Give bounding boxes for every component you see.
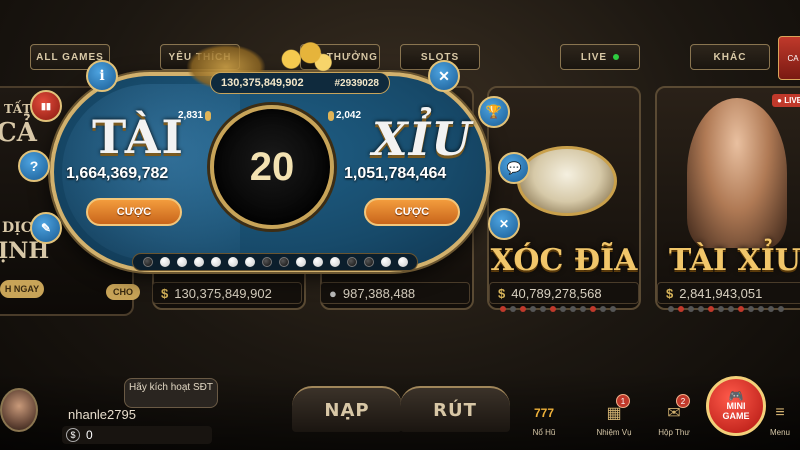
withdraw-button[interactable]: RÚT bbox=[400, 386, 510, 432]
deposit-button[interactable]: NẠP bbox=[292, 386, 402, 432]
jackpot-bar: ● 987,388,488 bbox=[320, 282, 470, 304]
balance-value: 0 bbox=[86, 428, 93, 442]
tab-other[interactable]: KHÁC bbox=[690, 44, 770, 70]
avatar[interactable] bbox=[0, 388, 38, 432]
popup-jackpot: 130,375,849,902 bbox=[221, 77, 304, 89]
history-dot bbox=[244, 257, 255, 267]
game-card-xoc-dia[interactable]: XÓC ĐĨA bbox=[487, 86, 641, 310]
close-icon: ✕ bbox=[438, 67, 450, 84]
currency-icon: $ bbox=[66, 428, 80, 442]
nav-missions[interactable]: ▦ Nhiệm Vụ 1 bbox=[590, 394, 638, 437]
slot-777-icon: 777 bbox=[533, 406, 555, 420]
history-dot bbox=[227, 257, 238, 267]
info-button[interactable]: i bbox=[86, 60, 118, 92]
history-dot bbox=[380, 257, 391, 267]
history-dot bbox=[193, 257, 204, 267]
xiu-label: XỈU bbox=[372, 112, 473, 166]
history-dot bbox=[159, 257, 170, 267]
history-dot bbox=[397, 257, 408, 267]
player-icon bbox=[328, 110, 334, 121]
xiu-player-count: 2,042 bbox=[328, 110, 361, 121]
notes-icon: ✎ bbox=[40, 221, 52, 235]
tab-live[interactable]: LIVE bbox=[560, 44, 640, 70]
history-dot bbox=[363, 257, 374, 267]
card-title: TÀI XỈU bbox=[669, 243, 800, 278]
bar-chart-icon: ▮▮ bbox=[41, 100, 51, 111]
mute-icon: ✕ bbox=[498, 217, 510, 231]
bet-tai-button[interactable]: CƯỢC bbox=[86, 198, 182, 226]
info-icon: i bbox=[99, 68, 105, 84]
mini-game-button[interactable]: 🎮 MINI GAME bbox=[706, 376, 766, 436]
statistics-button[interactable]: ▮▮ bbox=[30, 90, 62, 122]
chat-icon: 💬 bbox=[506, 161, 522, 175]
jackpot-bar: $130,375,849,902 bbox=[152, 282, 302, 304]
question-icon: ? bbox=[29, 158, 39, 174]
nav-jackpot[interactable]: 777 Nổ Hũ bbox=[520, 400, 568, 437]
tai-player-count: 2,831 bbox=[178, 110, 212, 121]
activate-phone-button[interactable]: Hãy kích hoạt SĐT bbox=[124, 378, 218, 408]
menu-icon: ≡ bbox=[775, 404, 785, 421]
balance: $ 0 bbox=[62, 426, 212, 444]
tai-total-bet: 1,664,369,782 bbox=[66, 165, 169, 182]
live-badge: ● LIVE bbox=[772, 94, 800, 107]
countdown-timer: 20 bbox=[210, 105, 334, 229]
card-history-dots bbox=[668, 306, 784, 314]
left-card-play-button[interactable]: H NGAY bbox=[0, 280, 44, 298]
history-dot bbox=[261, 257, 272, 267]
history-dot bbox=[329, 257, 340, 267]
leaderboard-button[interactable]: 🏆 bbox=[478, 96, 510, 128]
mailbox-badge: 2 bbox=[676, 394, 690, 408]
tai-label: TÀI bbox=[92, 110, 184, 164]
xiu-total-bet: 1,051,784,464 bbox=[344, 165, 447, 182]
game-card-tai-xiu-live[interactable]: ● LIVE TÀI XỈU bbox=[655, 86, 800, 310]
bet-xiu-button[interactable]: CƯỢC bbox=[364, 198, 460, 226]
xoc-dia-bowl-icon bbox=[517, 146, 617, 216]
history-dot bbox=[278, 257, 289, 267]
card-title: XÓC ĐĨA bbox=[490, 243, 638, 278]
history-dot bbox=[176, 257, 187, 267]
peek-play-button[interactable]: CHO bbox=[106, 284, 140, 300]
history-dot bbox=[312, 257, 323, 267]
sound-toggle-button[interactable]: ✕ bbox=[488, 208, 520, 240]
username: nhanle2795 bbox=[68, 407, 136, 422]
help-button[interactable]: ? bbox=[18, 150, 50, 182]
history-dot bbox=[210, 257, 221, 267]
card-history-dots bbox=[500, 306, 616, 314]
history-log-button[interactable]: ✎ bbox=[30, 212, 62, 244]
dealer-image bbox=[687, 98, 787, 248]
history-dot bbox=[295, 257, 306, 267]
category-bar: ALL GAMES YÊU THÍCH ĐỔI THƯỞNG SLOTS LIV… bbox=[0, 44, 800, 74]
close-button[interactable]: ✕ bbox=[428, 60, 460, 92]
left-card-text: CẢ bbox=[0, 118, 37, 148]
jackpot-bar: $2,841,943,051 bbox=[657, 282, 800, 304]
history-dot bbox=[346, 257, 357, 267]
trophy-icon: 🏆 bbox=[485, 104, 503, 119]
gold-coins-icon bbox=[272, 40, 336, 72]
left-card-text: TẤT bbox=[4, 102, 32, 116]
live-indicator-icon bbox=[613, 54, 620, 60]
result-history bbox=[132, 253, 418, 271]
gamepad-icon: 🎮 bbox=[728, 389, 744, 403]
player-icon bbox=[205, 110, 212, 121]
nav-mailbox[interactable]: ✉ Hộp Thư 2 bbox=[650, 394, 698, 437]
jackpot-bar: $40,789,278,568 bbox=[489, 282, 639, 304]
session-id: #2939028 bbox=[334, 77, 380, 89]
jackpot-plaque: 130,375,849,902 #2939028 bbox=[210, 72, 390, 94]
corner-game-tile[interactable]: CA bbox=[778, 36, 800, 80]
chat-button[interactable]: 💬 bbox=[498, 152, 530, 184]
history-dot bbox=[142, 257, 153, 267]
missions-badge: 1 bbox=[616, 394, 630, 408]
